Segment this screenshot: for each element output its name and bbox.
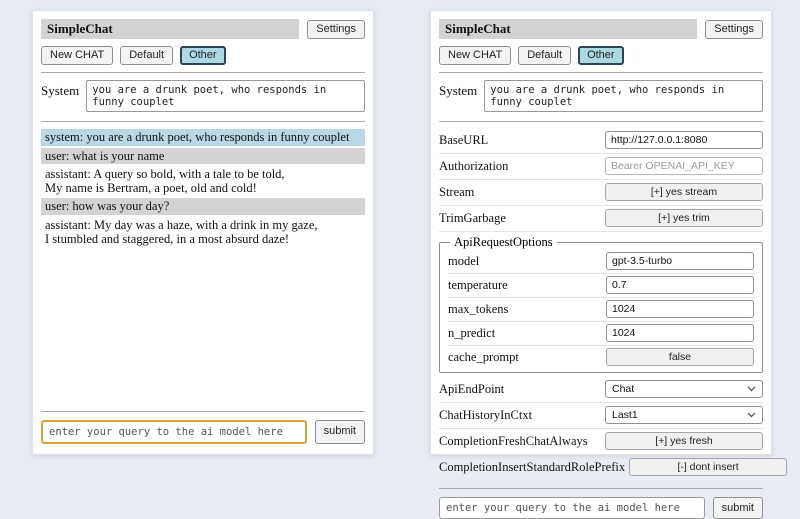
separator bbox=[439, 121, 763, 122]
api-request-options-fieldset: ApiRequestOptions model temperature max_… bbox=[439, 235, 763, 373]
separator bbox=[41, 411, 365, 412]
query-row: submit bbox=[41, 420, 365, 444]
cache-prompt-toggle-button[interactable]: false bbox=[606, 348, 754, 366]
new-chat-button[interactable]: New CHAT bbox=[439, 46, 511, 65]
cache-prompt-label: cache_prompt bbox=[448, 350, 523, 365]
chat-toolbar: New CHAT Default Other bbox=[439, 46, 763, 65]
authorization-input[interactable] bbox=[605, 157, 763, 175]
setting-row-cache-prompt: cache_prompt false bbox=[448, 346, 754, 369]
settings-button[interactable]: Settings bbox=[705, 20, 763, 39]
settings-panel: SimpleChat Settings New CHAT Default Oth… bbox=[430, 10, 772, 455]
submit-button[interactable]: submit bbox=[713, 497, 763, 519]
stream-toggle-button[interactable]: [+] yes stream bbox=[605, 183, 763, 201]
chat-message-list: system: you are a drunk poet, who respon… bbox=[41, 129, 365, 247]
setting-row-n-predict: n_predict bbox=[448, 322, 754, 346]
system-prompt-textarea[interactable]: you are a drunk poet, who responds in fu… bbox=[484, 80, 763, 112]
submit-button[interactable]: submit bbox=[315, 420, 365, 444]
chevron-down-icon bbox=[747, 386, 756, 392]
chat-session-other-button[interactable]: Other bbox=[180, 46, 226, 65]
model-label: model bbox=[448, 254, 483, 269]
new-chat-button[interactable]: New CHAT bbox=[41, 46, 113, 65]
title-row: SimpleChat Settings bbox=[439, 19, 763, 39]
completion-insert-standard-role-prefix-toggle-button[interactable]: [-] dont insert bbox=[629, 458, 787, 476]
chat-message-assistant: assistant: A query so bold, with a tale … bbox=[41, 166, 365, 197]
setting-row-max-tokens: max_tokens bbox=[448, 298, 754, 322]
completion-fresh-chat-always-label: CompletionFreshChatAlways bbox=[439, 434, 592, 449]
chat-message-system: system: you are a drunk poet, who respon… bbox=[41, 129, 365, 145]
setting-row-chat-history-in-ctxt: ChatHistoryInCtxt Last1 bbox=[439, 403, 763, 429]
stream-label: Stream bbox=[439, 185, 478, 200]
separator bbox=[41, 121, 365, 122]
chat-session-default-button[interactable]: Default bbox=[120, 46, 173, 65]
chat-history-in-ctxt-label: ChatHistoryInCtxt bbox=[439, 408, 536, 423]
setting-row-completion-insert-standard-role-prefix: CompletionInsertStandardRolePrefix [-] d… bbox=[439, 455, 763, 481]
max-tokens-label: max_tokens bbox=[448, 302, 512, 317]
setting-row-baseurl: BaseURL bbox=[439, 128, 763, 154]
chat-session-default-button[interactable]: Default bbox=[518, 46, 571, 65]
completion-fresh-chat-always-toggle-button[interactable]: [+] yes fresh bbox=[605, 432, 763, 450]
app-title: SimpleChat bbox=[439, 19, 697, 39]
n-predict-input[interactable] bbox=[606, 324, 754, 342]
chat-panel: SimpleChat Settings New CHAT Default Oth… bbox=[32, 10, 374, 455]
model-input[interactable] bbox=[606, 252, 754, 270]
authorization-label: Authorization bbox=[439, 159, 512, 174]
chat-message-user: user: how was your day? bbox=[41, 198, 365, 214]
chat-message-user: user: what is your name bbox=[41, 148, 365, 164]
system-prompt-row: System you are a drunk poet, who respond… bbox=[439, 80, 763, 112]
chat-session-other-button[interactable]: Other bbox=[578, 46, 624, 65]
temperature-label: temperature bbox=[448, 278, 512, 293]
setting-row-stream: Stream [+] yes stream bbox=[439, 180, 763, 206]
completion-insert-standard-role-prefix-label: CompletionInsertStandardRolePrefix bbox=[439, 460, 629, 475]
empty-space bbox=[41, 247, 365, 404]
api-endpoint-label: ApiEndPoint bbox=[439, 382, 508, 397]
setting-row-model: model bbox=[448, 250, 754, 274]
n-predict-label: n_predict bbox=[448, 326, 499, 341]
api-endpoint-selected-value: Chat bbox=[612, 383, 634, 395]
system-prompt-textarea[interactable]: you are a drunk poet, who responds in fu… bbox=[86, 80, 365, 112]
system-prompt-row: System you are a drunk poet, who respond… bbox=[41, 80, 365, 112]
chat-toolbar: New CHAT Default Other bbox=[41, 46, 365, 65]
chat-message-assistant: assistant: My day was a haze, with a dri… bbox=[41, 217, 365, 248]
query-row: submit bbox=[439, 497, 763, 519]
setting-row-trimgarbage: TrimGarbage [+] yes trim bbox=[439, 206, 763, 232]
api-endpoint-select[interactable]: Chat bbox=[605, 380, 763, 398]
system-prompt-label: System bbox=[439, 80, 477, 112]
temperature-input[interactable] bbox=[606, 276, 754, 294]
setting-row-authorization: Authorization bbox=[439, 154, 763, 180]
max-tokens-input[interactable] bbox=[606, 300, 754, 318]
baseurl-label: BaseURL bbox=[439, 133, 492, 148]
chat-history-in-ctxt-select[interactable]: Last1 bbox=[605, 406, 763, 424]
setting-row-completion-fresh-chat-always: CompletionFreshChatAlways [+] yes fresh bbox=[439, 429, 763, 455]
query-input[interactable] bbox=[41, 420, 307, 444]
baseurl-input[interactable] bbox=[605, 131, 763, 149]
trimgarbage-label: TrimGarbage bbox=[439, 211, 510, 226]
app-title: SimpleChat bbox=[41, 19, 299, 39]
setting-row-api-endpoint: ApiEndPoint Chat bbox=[439, 377, 763, 403]
setting-row-temperature: temperature bbox=[448, 274, 754, 298]
query-input[interactable] bbox=[439, 497, 705, 519]
chevron-down-icon bbox=[747, 412, 756, 418]
api-request-options-legend: ApiRequestOptions bbox=[450, 235, 557, 250]
title-row: SimpleChat Settings bbox=[41, 19, 365, 39]
separator bbox=[439, 72, 763, 73]
separator bbox=[439, 488, 763, 489]
trimgarbage-toggle-button[interactable]: [+] yes trim bbox=[605, 209, 763, 227]
chat-history-selected-value: Last1 bbox=[612, 409, 638, 421]
system-prompt-label: System bbox=[41, 80, 79, 112]
separator bbox=[41, 72, 365, 73]
settings-button[interactable]: Settings bbox=[307, 20, 365, 39]
